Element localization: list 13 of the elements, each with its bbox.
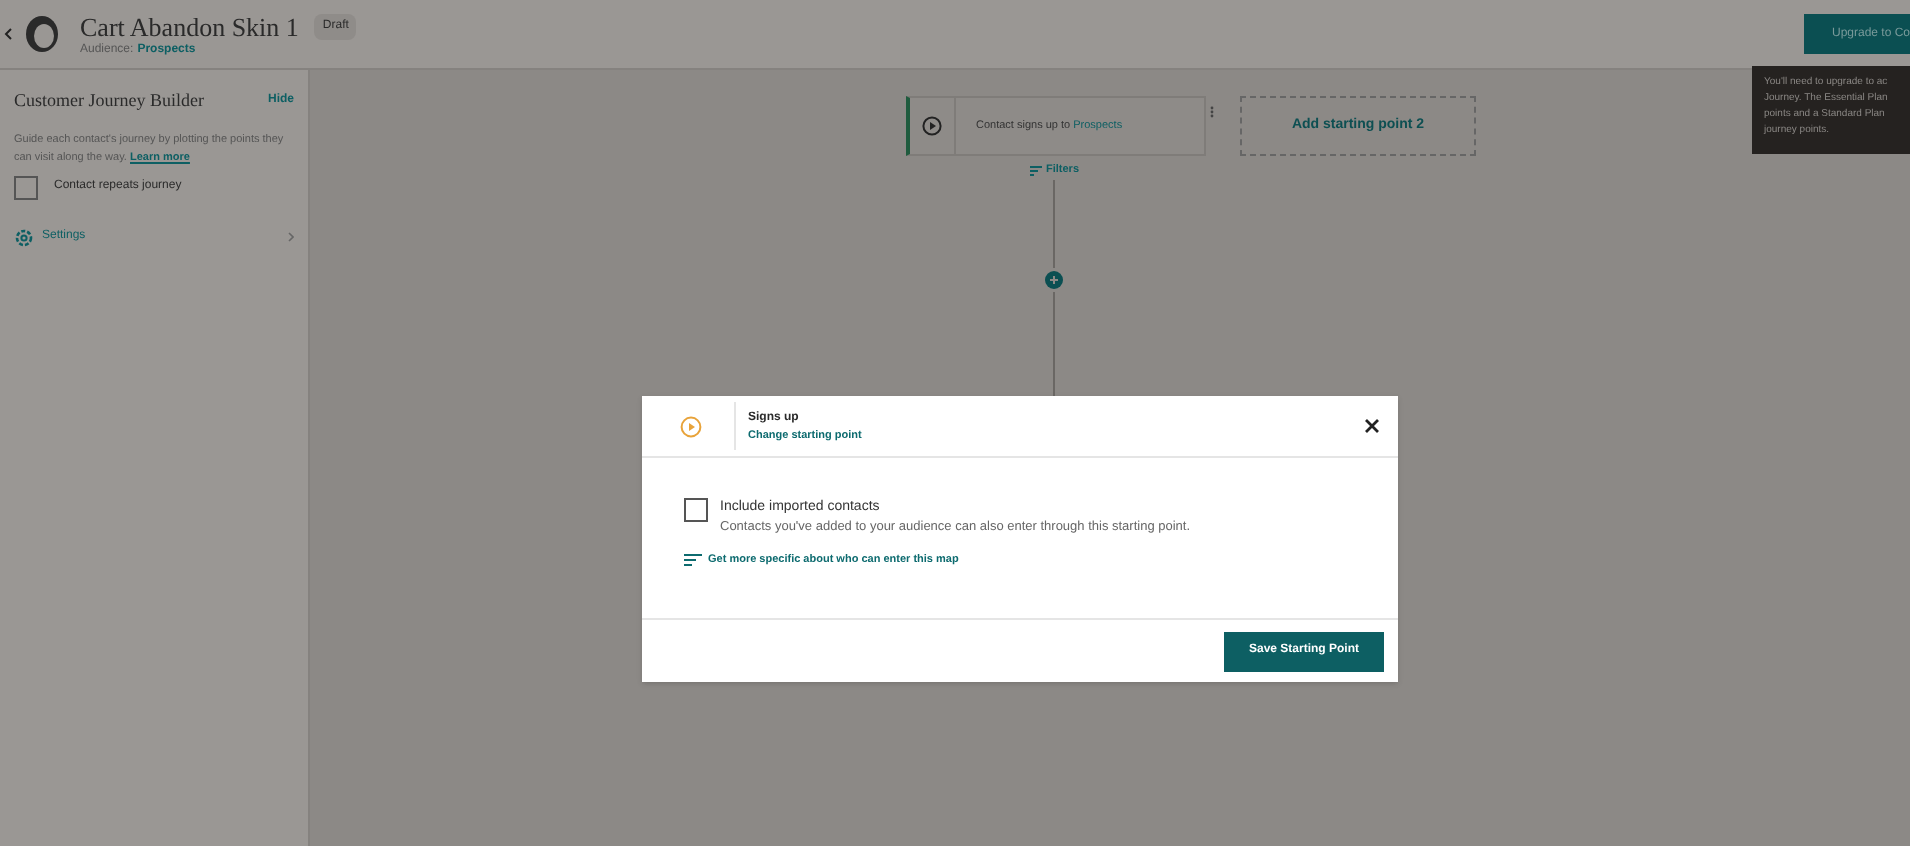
filter-icon	[684, 554, 702, 567]
settings-icon	[14, 227, 34, 247]
play-icon	[680, 415, 702, 437]
include-checkbox[interactable]	[684, 498, 708, 522]
sidebar-title: Customer Journey Builder	[14, 88, 204, 114]
filter-icon	[1030, 165, 1042, 176]
logo-icon	[24, 14, 60, 54]
repeat-checkbox[interactable]	[14, 175, 38, 199]
back-icon[interactable]	[4, 28, 12, 40]
chevron-icon	[288, 232, 294, 242]
close-icon[interactable]	[1364, 418, 1380, 434]
journey-title: Cart Abandon Skin 1	[80, 11, 299, 41]
play-icon	[922, 116, 942, 136]
